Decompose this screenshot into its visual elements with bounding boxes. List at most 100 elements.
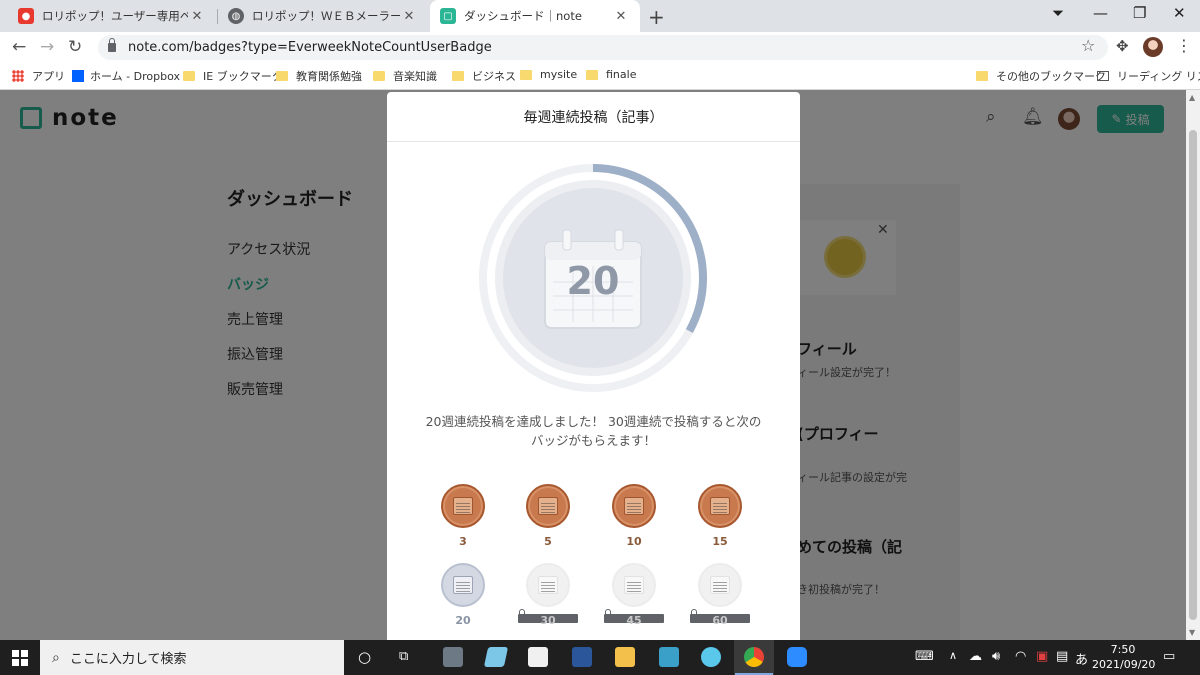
zoom-icon[interactable] [787, 647, 807, 667]
volume-icon[interactable]: 🔊︎ [992, 649, 1000, 664]
wifi-icon[interactable]: ◠ [1015, 649, 1026, 664]
badge-label: 20 [455, 614, 471, 627]
browser-menu-icon[interactable]: ⋮ [1176, 36, 1192, 55]
close-window-icon[interactable]: ✕ [1173, 4, 1186, 22]
clock-date: 2021/09/20 [1092, 658, 1156, 671]
page-scrollbar[interactable]: ▲ ▼ [1186, 90, 1200, 640]
profile-avatar[interactable] [1143, 37, 1163, 57]
bookmark-ie[interactable]: IE ブックマーク [183, 68, 283, 84]
scroll-down-icon[interactable]: ▼ [1189, 628, 1195, 637]
reload-icon[interactable]: ↻ [68, 37, 82, 57]
reading-list-icon [1097, 71, 1109, 81]
badge-label: 30 [518, 609, 578, 627]
bookmark-reading-list[interactable]: リーディング リスト [1097, 68, 1200, 84]
tab-title: ダッシュボード｜note [464, 9, 582, 23]
bookmark-dropbox[interactable]: ホーム - Dropbox [72, 68, 180, 84]
tab-title: ロリポップ！ＷＥＢメーラー [252, 9, 400, 23]
app-tray-icon[interactable]: ▣ [1036, 649, 1048, 664]
badge-message-line: 20週連続投稿を達成しました！ 30週連続で投稿すると次の [425, 414, 762, 429]
bookmark-other[interactable]: その他のブックマーク [976, 68, 1106, 84]
cortana-icon[interactable]: ○ [358, 648, 371, 666]
folder-icon [520, 69, 532, 80]
safari-icon[interactable] [701, 647, 721, 667]
bookmarks-bar: アプリ ホーム - Dropbox IE ブックマーク 教育関係勉強 音楽知識 … [0, 62, 1200, 90]
chrome-icon[interactable] [744, 647, 764, 667]
calendar-icon [453, 576, 473, 594]
bookmark-star-icon[interactable]: ☆ [1081, 36, 1095, 55]
badge-label: 15 [712, 535, 728, 548]
bookmark-education[interactable]: 教育関係勉強 [276, 68, 362, 84]
tab-close-icon[interactable]: ✕ [612, 9, 630, 24]
bookmark-label: IE ブックマーク [203, 70, 283, 83]
new-tab-button[interactable]: + [648, 5, 665, 29]
minimize-icon[interactable]: — [1093, 4, 1108, 22]
bookmark-label: ビジネス [472, 70, 516, 83]
notes-app-icon[interactable] [659, 647, 679, 667]
taskbar-clock[interactable]: 7:50 2021/09/20 [1092, 642, 1156, 672]
ime-indicator[interactable]: あ [1075, 649, 1088, 668]
bookmark-label: リーディング リスト [1117, 70, 1200, 83]
file-explorer-icon[interactable] [615, 647, 635, 667]
badge-label: 45 [604, 609, 664, 627]
onedrive-cloud-icon[interactable]: ☁ [969, 649, 982, 664]
progress-ring-svg: 20 [479, 164, 707, 392]
bookmark-label: 教育関係勉強 [296, 70, 362, 83]
badge-45-icon[interactable] [612, 563, 656, 607]
store-icon[interactable] [528, 647, 548, 667]
dropbox-icon [72, 70, 84, 82]
sticky-notes-icon[interactable] [483, 647, 509, 667]
bookmark-label: その他のブックマーク [996, 70, 1106, 83]
search-placeholder: ここに入力して検索 [69, 652, 187, 667]
lolipop-favicon-icon: ● [18, 8, 34, 24]
address-bar: ← → ↻ note.com/badges?type=EverweekNoteC… [0, 32, 1200, 62]
restore-icon[interactable]: ❐ [1133, 4, 1146, 22]
bookmark-music[interactable]: 音楽知識 [373, 68, 437, 84]
scroll-thumb[interactable] [1189, 130, 1197, 620]
windows-taskbar: ⌕ ここに入力して検索 ○ ⧉ ⌨ ∧ ☁ 🔊︎ ◠ ▣ ▤ あ 7:50 20… [0, 640, 1200, 675]
badge-60-icon[interactable] [698, 563, 742, 607]
url-field[interactable]: note.com/badges?type=EverweekNoteCountUs… [98, 35, 1108, 60]
task-view-icon[interactable]: ⧉ [399, 649, 408, 664]
tab-close-icon[interactable]: ✕ [400, 9, 418, 24]
search-icon: ⌕ [52, 649, 60, 666]
calendar-icon [624, 497, 644, 515]
keyboard-icon[interactable]: ⌨ [915, 649, 934, 664]
calendar-icon [538, 497, 558, 515]
globe-icon: ◍ [228, 8, 244, 24]
chevron-up-icon[interactable]: ∧ [949, 649, 957, 662]
calendar-icon [538, 576, 558, 594]
bookmark-business[interactable]: ビジネス [452, 68, 516, 84]
badge-20-icon[interactable] [441, 563, 485, 607]
tab-lolipop-user[interactable]: ● ロリポップ！ユーザー専用ページ - メー ✕ [8, 0, 216, 32]
tab-lolipop-webmailer[interactable]: ◍ ロリポップ！ＷＥＢメーラー ✕ [218, 0, 428, 32]
back-arrow-icon[interactable]: ← [12, 37, 26, 57]
vpn-app-icon[interactable] [443, 647, 463, 667]
calendar-icon [624, 576, 644, 594]
badge-label: 60 [690, 609, 750, 627]
windows-start-icon[interactable] [12, 650, 28, 666]
tab-note-dashboard[interactable]: ▢ ダッシュボード｜note ✕ [430, 0, 640, 32]
badge-10-icon[interactable] [612, 484, 656, 528]
extensions-puzzle-icon[interactable]: ✥ [1116, 37, 1129, 55]
folder-icon [276, 71, 288, 81]
apps-grid-icon [12, 70, 24, 82]
scroll-up-icon[interactable]: ▲ [1189, 93, 1195, 102]
badge-label: 5 [544, 535, 552, 548]
tab-search-icon[interactable]: ⏷ [1052, 4, 1064, 22]
url-text: note.com/badges?type=EverweekNoteCountUs… [128, 40, 492, 55]
input-method-icon[interactable]: ▤ [1056, 649, 1068, 664]
bookmark-label: 音楽知識 [393, 70, 437, 83]
badge-15-icon[interactable] [698, 484, 742, 528]
forward-arrow-icon[interactable]: → [40, 37, 54, 57]
badge-30-icon[interactable] [526, 563, 570, 607]
badge-5-icon[interactable] [526, 484, 570, 528]
notification-icon[interactable]: ▭ [1163, 649, 1175, 664]
word-icon[interactable] [572, 647, 592, 667]
badge-3-icon[interactable] [441, 484, 485, 528]
folder-icon [976, 71, 988, 81]
bookmark-finale[interactable]: finale [586, 68, 636, 81]
taskbar-search-input[interactable]: ⌕ ここに入力して検索 [40, 640, 344, 675]
bookmark-mysite[interactable]: mysite [520, 68, 577, 81]
bookmark-apps[interactable]: アプリ [12, 68, 65, 84]
tab-close-icon[interactable]: ✕ [188, 9, 206, 24]
